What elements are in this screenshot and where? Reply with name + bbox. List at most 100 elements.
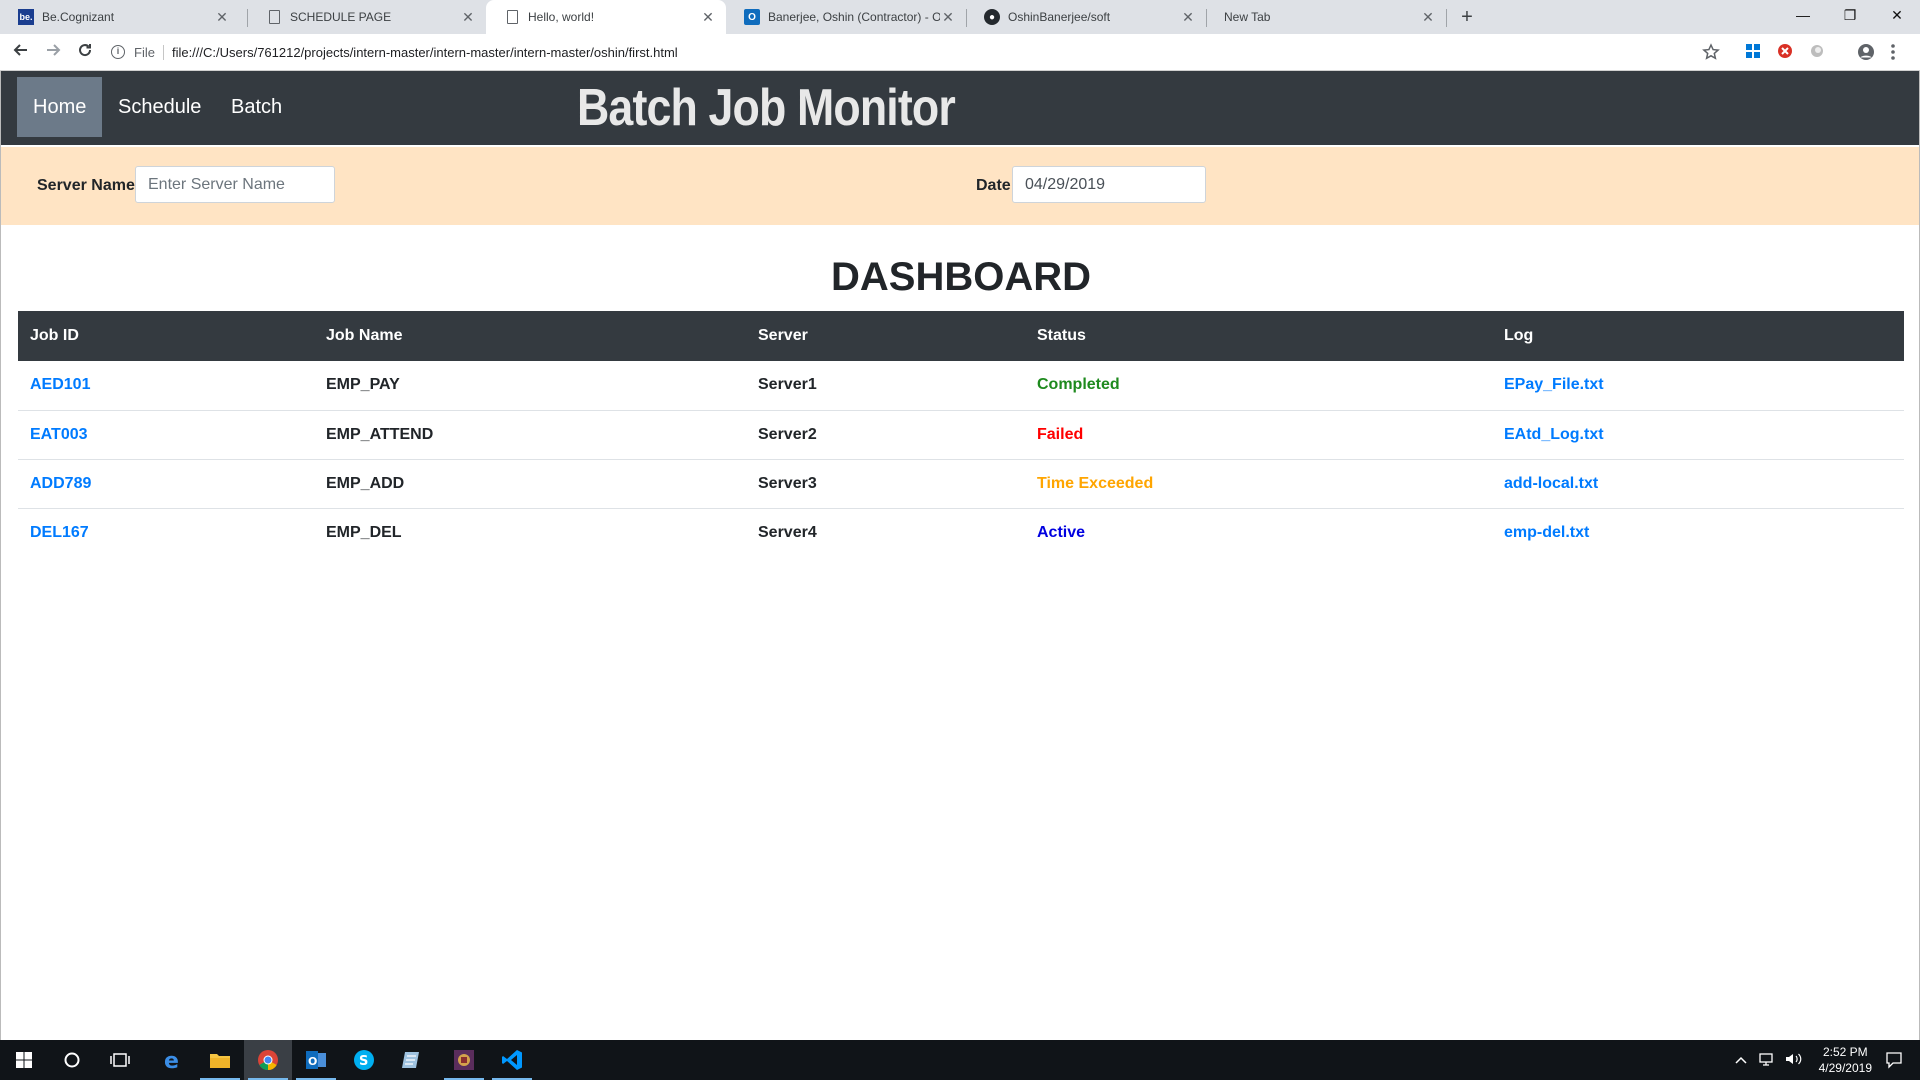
profile-icon[interactable] <box>1857 43 1875 61</box>
nav-schedule[interactable]: Schedule <box>102 77 217 137</box>
bookmark-star-icon[interactable] <box>1702 43 1720 61</box>
new-tab-button[interactable]: + <box>1455 5 1479 29</box>
outlook-icon: O <box>306 1051 326 1069</box>
taskbar-app-edge[interactable]: e <box>148 1040 196 1080</box>
job-name-cell: EMP_ADD <box>314 459 746 509</box>
tab-title: SCHEDULE PAGE <box>290 10 392 24</box>
action-center-icon <box>1886 1052 1902 1069</box>
taskbar-app-outlook[interactable]: O <box>292 1040 340 1080</box>
taskbar-app-game[interactable] <box>440 1040 488 1080</box>
game-app-icon <box>454 1050 474 1070</box>
job-id-link[interactable]: DEL167 <box>30 524 89 541</box>
tab-hello-world[interactable]: Hello, world! ✕ <box>486 0 726 34</box>
log-file-link[interactable]: add-local.txt <box>1504 475 1598 492</box>
windows-logo-icon <box>16 1052 32 1068</box>
windows-extension-icon[interactable] <box>1745 43 1763 61</box>
log-file-link[interactable]: EPay_File.txt <box>1504 376 1604 393</box>
menu-kebab-icon[interactable] <box>1890 43 1908 61</box>
server-cell: Server3 <box>746 459 1025 509</box>
restore-button[interactable]: ❐ <box>1827 0 1873 30</box>
address-bar[interactable]: i File file:///C:/Users/761212/projects/… <box>108 37 1720 67</box>
close-window-button[interactable]: ✕ <box>1874 0 1920 30</box>
browser-toolbar: i File file:///C:/Users/761212/projects/… <box>0 34 1920 71</box>
job-id-link[interactable]: ADD789 <box>30 475 91 492</box>
top-navbar: Home Schedule Batch Batch Job Monitor <box>1 71 1919 145</box>
close-icon[interactable]: ✕ <box>460 9 476 26</box>
close-icon[interactable]: ✕ <box>214 9 230 26</box>
tab-be-cognizant[interactable]: be. Be.Cognizant ✕ <box>0 0 240 34</box>
notepad-icon <box>402 1052 419 1068</box>
scheme-label: File <box>134 44 164 60</box>
nav-home[interactable]: Home <box>17 77 103 137</box>
forward-button[interactable] <box>40 40 66 66</box>
close-icon[interactable]: ✕ <box>700 9 716 26</box>
gray-extension-icon[interactable] <box>1809 43 1827 61</box>
taskbar-app-file-explorer[interactable] <box>196 1040 244 1080</box>
info-icon[interactable]: i <box>108 44 128 60</box>
volume-icon[interactable] <box>1785 1052 1803 1069</box>
tab-github[interactable]: ● OshinBanerjee/soft ✕ <box>966 0 1206 34</box>
tab-title: Hello, world! <box>528 10 595 24</box>
svg-text:S: S <box>359 1054 368 1069</box>
close-icon[interactable]: ✕ <box>1180 9 1196 26</box>
job-name-cell: EMP_PAY <box>314 361 746 411</box>
status-cell: Active <box>1037 523 1086 541</box>
column-header-job-id: Job ID <box>30 327 79 344</box>
reload-button[interactable] <box>72 40 98 66</box>
tab-outlook-mail[interactable]: O Banerjee, Oshin (Contractor) - Ou ✕ <box>726 0 966 34</box>
windows-taskbar: e O S 2:52 PM 4/29/2019 <box>0 1040 1920 1080</box>
arrow-right-icon <box>47 44 61 56</box>
table-header-row: Job ID Job Name Server Status Log <box>18 311 1904 361</box>
server-cell: Server4 <box>758 523 817 541</box>
tab-schedule-page[interactable]: SCHEDULE PAGE ✕ <box>248 0 486 34</box>
network-icon[interactable] <box>1759 1052 1775 1069</box>
close-icon[interactable]: ✕ <box>940 9 956 26</box>
system-tray <box>1735 1040 1803 1080</box>
taskbar-app-skype[interactable]: S <box>340 1040 388 1080</box>
date-label: Date <box>976 177 1011 194</box>
document-icon <box>266 9 282 25</box>
start-button[interactable] <box>0 1040 48 1080</box>
blocker-extension-icon[interactable] <box>1777 43 1795 61</box>
be-icon: be. <box>18 9 34 25</box>
job-id-link[interactable]: EAT003 <box>30 426 88 443</box>
server-name-input[interactable] <box>135 166 335 203</box>
taskbar-app-notes[interactable] <box>388 1040 436 1080</box>
date-input[interactable] <box>1012 166 1206 203</box>
jobs-table: Job ID Job Name Server Status Log AED101… <box>18 311 1904 557</box>
url-text[interactable]: file:///C:/Users/761212/projects/intern-… <box>172 45 678 60</box>
status-cell: Completed <box>1025 361 1492 411</box>
table-row: EAT003 EMP_ATTEND Server2 Failed EAtd_Lo… <box>18 410 1904 460</box>
table-row: DEL167 EMP_DEL Server4 Active emp-del.tx… <box>18 508 1904 557</box>
vscode-icon <box>502 1050 522 1070</box>
tab-new-tab[interactable]: New Tab ✕ <box>1206 0 1446 34</box>
table-row: AED101 EMP_PAY Server1 Completed EPay_Fi… <box>18 361 1904 411</box>
notifications-button[interactable] <box>1868 1040 1920 1080</box>
svg-text:O: O <box>308 1055 317 1068</box>
column-header-server: Server <box>758 327 808 344</box>
task-view-icon <box>110 1053 130 1067</box>
task-view-button[interactable] <box>96 1040 144 1080</box>
server-cell: Server1 <box>746 361 1025 411</box>
search-button[interactable] <box>48 1040 96 1080</box>
nav-batch[interactable]: Batch <box>215 77 298 137</box>
log-file-link[interactable]: emp-del.txt <box>1504 524 1589 541</box>
job-id-link[interactable]: AED101 <box>30 376 90 393</box>
taskbar-app-chrome[interactable] <box>244 1040 292 1080</box>
show-hidden-icons-icon[interactable] <box>1735 1053 1747 1067</box>
system-clock[interactable]: 2:52 PM 4/29/2019 <box>1819 1044 1872 1076</box>
tab-title: New Tab <box>1224 10 1271 24</box>
status-cell: Time Exceeded <box>1025 459 1492 509</box>
server-cell: Server2 <box>746 410 1025 460</box>
back-button[interactable] <box>8 40 34 66</box>
arrow-left-icon <box>13 44 27 56</box>
minimize-button[interactable]: — <box>1780 0 1826 30</box>
column-header-log: Log <box>1504 327 1534 344</box>
table-row: ADD789 EMP_ADD Server3 Time Exceeded add… <box>18 459 1904 509</box>
browser-tabstrip: be. Be.Cognizant ✕ SCHEDULE PAGE ✕ Hello… <box>0 0 1920 34</box>
outlook-icon: O <box>744 9 760 25</box>
taskbar-app-vscode[interactable] <box>488 1040 536 1080</box>
close-icon[interactable]: ✕ <box>1420 9 1436 26</box>
log-file-link[interactable]: EAtd_Log.txt <box>1504 426 1604 443</box>
search-circle-icon <box>64 1052 80 1068</box>
